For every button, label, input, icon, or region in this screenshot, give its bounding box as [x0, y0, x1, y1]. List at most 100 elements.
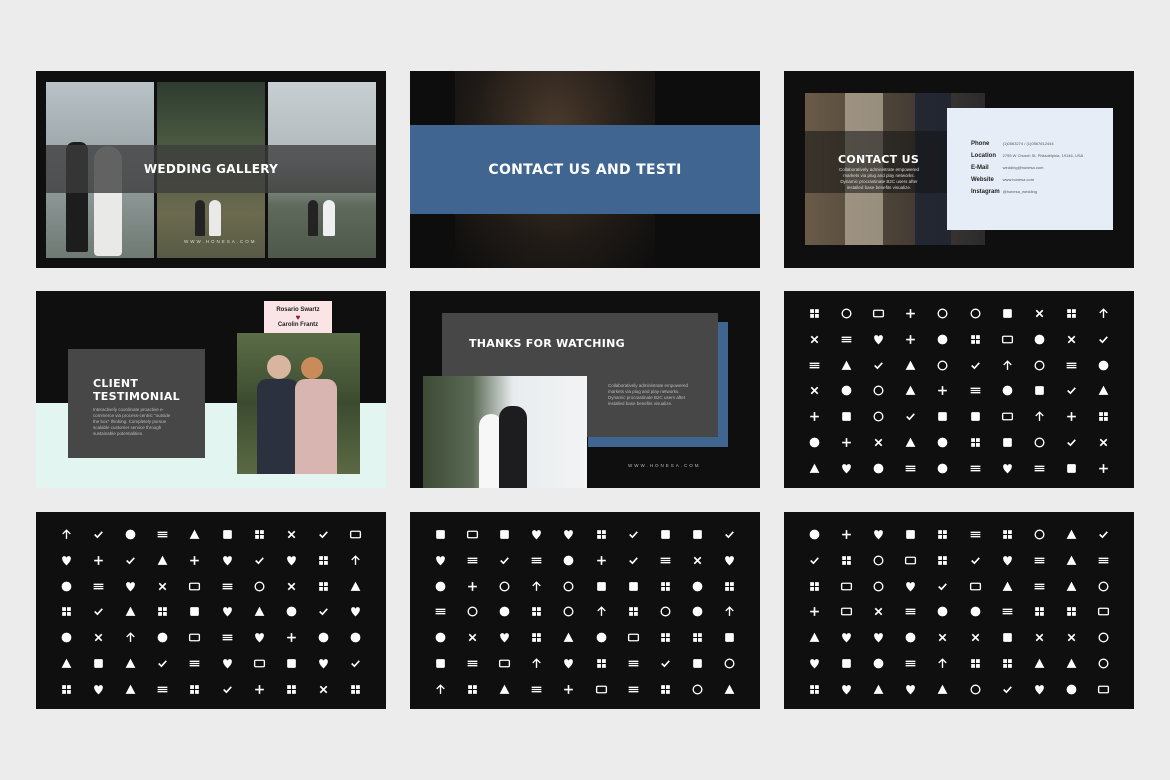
check-circle-icon — [243, 676, 275, 702]
gavel-icon — [895, 455, 927, 481]
icon-grid-2 — [50, 522, 372, 702]
testimonial-box: CLIENT TESTIMONIAL Interactively coordin… — [68, 349, 205, 458]
done-all-icon — [340, 625, 372, 651]
filter-b-and-w-icon — [959, 625, 991, 651]
slide-wedding-gallery[interactable]: WEDDING GALLERY WWW.HONESA.COM — [36, 71, 386, 268]
photo-kissing-couple — [423, 376, 587, 488]
infinity-icon — [991, 352, 1023, 378]
phone-iphone-icon — [488, 676, 520, 702]
slide-contact-banner[interactable]: CONTACT US AND TESTI — [410, 71, 760, 268]
event-available-icon — [927, 548, 959, 574]
notes-icon — [424, 522, 456, 548]
directions-run-icon — [424, 676, 456, 702]
message-icon — [682, 548, 714, 574]
directions-icon — [649, 676, 681, 702]
delete-icon — [617, 625, 649, 651]
brush-icon — [50, 599, 82, 625]
check-icon — [1088, 522, 1120, 548]
crop-landscape-icon — [488, 573, 520, 599]
medical-icon — [830, 327, 862, 353]
testimonial-desc: Interactively coordinate proactive e-com… — [93, 407, 171, 436]
slide-icons-1[interactable] — [784, 291, 1134, 488]
paperclip-icon — [927, 430, 959, 456]
3d-rotation-icon — [521, 599, 553, 625]
error-outline-icon — [1088, 548, 1120, 574]
bluetooth-connected-icon — [308, 522, 340, 548]
alarm-check-icon — [1088, 352, 1120, 378]
dns-icon — [682, 651, 714, 677]
expand-less-icon — [798, 573, 830, 599]
seat-icon — [1056, 327, 1088, 353]
filter-list-icon — [862, 625, 894, 651]
bubble-chart-icon — [340, 599, 372, 625]
slide-icons-3[interactable] — [410, 512, 760, 709]
moon-icon — [275, 573, 307, 599]
crop-free-icon — [179, 651, 211, 677]
close-icon — [714, 522, 746, 548]
chat-bubble-icon — [82, 651, 114, 677]
place-icon — [895, 522, 927, 548]
local-gas-icon — [991, 548, 1023, 574]
build-icon — [275, 599, 307, 625]
border-horizontal-icon — [82, 548, 114, 574]
filter-5-icon — [862, 651, 894, 677]
plus-icon — [959, 327, 991, 353]
photo-library-icon — [1056, 676, 1088, 702]
add-photo-icon — [1056, 301, 1088, 327]
contact-title: CONTACT US — [838, 153, 920, 166]
arrow-up-icon — [927, 404, 959, 430]
do-not-disturb-alt-icon — [553, 676, 585, 702]
first-page-icon — [927, 676, 959, 702]
alarm-icon — [1023, 301, 1055, 327]
moon-2-icon — [308, 573, 340, 599]
alarm-plus-icon — [830, 352, 862, 378]
cloud-download-icon — [585, 522, 617, 548]
casino-icon — [275, 651, 307, 677]
dialpad-list-icon — [682, 625, 714, 651]
work-box-icon — [1088, 430, 1120, 456]
account-box-icon — [862, 327, 894, 353]
grid-dotted-icon — [211, 548, 243, 574]
filter-6-icon — [830, 651, 862, 677]
alarm-on-icon — [1056, 352, 1088, 378]
eye-outline-icon — [179, 676, 211, 702]
slide-thanks[interactable]: THANKS FOR WATCHING Collaboratively admi… — [410, 291, 760, 488]
phone-portrait-icon — [649, 599, 681, 625]
backspace-icon — [1056, 455, 1088, 481]
icon-grid-1 — [798, 301, 1120, 481]
fast-rewind-icon — [1023, 599, 1055, 625]
slide-contact-us[interactable]: CONTACT US Collaboratively administrate … — [784, 71, 1134, 268]
image-wave-icon — [82, 573, 114, 599]
filter-9-plus-icon — [1056, 625, 1088, 651]
traffic-icon — [179, 625, 211, 651]
exposure-minus-1-icon — [991, 573, 1023, 599]
gallery-footer: WWW.HONESA.COM — [184, 239, 257, 244]
bank-icon — [830, 301, 862, 327]
crop-rotate-icon — [617, 599, 649, 625]
recline-icon — [1088, 327, 1120, 353]
expand-more-icon — [1088, 573, 1120, 599]
border-left-icon — [114, 548, 146, 574]
contact-row-location: Location 2755 W Church St, Philadelphia,… — [971, 153, 1084, 159]
notification-add-icon — [798, 327, 830, 353]
explicit-icon — [1056, 573, 1088, 599]
slide-icons-2[interactable] — [36, 512, 386, 709]
slide-client-testimonial[interactable]: Rosario Swartz ♥ Carolin Frantz CLIENT T… — [36, 291, 386, 488]
dialpad-icon — [617, 651, 649, 677]
blue-band: CONTACT US AND TESTI — [410, 125, 760, 214]
directions-car-icon — [488, 651, 520, 677]
cloud-done-icon — [617, 522, 649, 548]
filter-hdr-icon — [991, 625, 1023, 651]
contact-row-website: Website www.honesa.com — [971, 177, 1035, 183]
cart-add-icon — [927, 327, 959, 353]
slide-icons-4[interactable] — [784, 512, 1134, 709]
arrow-forward-icon — [959, 404, 991, 430]
brightness-auto-icon — [114, 573, 146, 599]
border-all-icon — [114, 522, 146, 548]
triangle-icon — [114, 651, 146, 677]
cloud-off-icon — [553, 522, 585, 548]
domain-icon — [456, 676, 488, 702]
data-usage-icon — [1023, 522, 1055, 548]
explore-icon — [1023, 573, 1055, 599]
block-icon — [830, 455, 862, 481]
